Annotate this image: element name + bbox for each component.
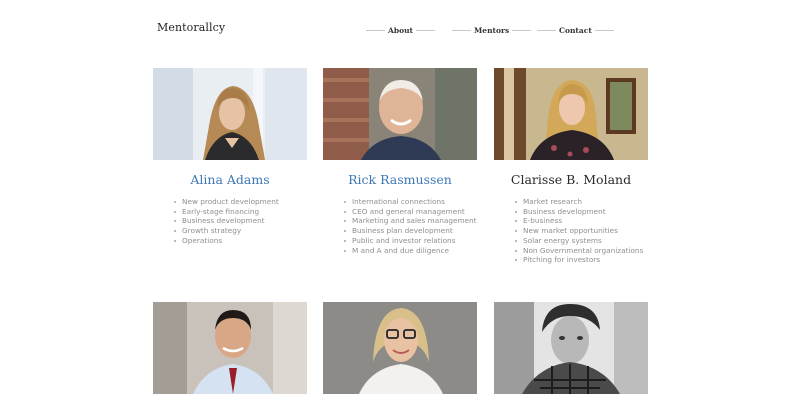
mentor-portrait-image: [494, 68, 648, 160]
mentor-photo[interactable]: [494, 68, 648, 160]
mentor-skills-list: New product development Early-stage fina…: [153, 197, 307, 246]
mentor-card: Rick Rasmussen International connections…: [323, 68, 477, 255]
skill-item: M and A and due diligence: [344, 246, 477, 256]
nav-mentors-label: Mentors: [474, 25, 510, 35]
mentor-portrait-image: [323, 302, 477, 394]
mentor-portrait-image: [494, 302, 648, 394]
mentor-portrait-image: [153, 68, 307, 160]
nav-divider: [366, 29, 385, 31]
mentor-card: Alina Adams New product development Earl…: [153, 68, 307, 246]
skill-item: Non Governmental organizations: [515, 246, 648, 256]
nav-about-label: About: [388, 25, 413, 35]
mentor-photo[interactable]: [323, 302, 477, 394]
mentor-name: Clarisse B. Moland: [510, 172, 632, 187]
mentor-photo[interactable]: [153, 302, 307, 394]
nav-contact-label: Contact: [559, 25, 592, 35]
skill-item: International connections: [344, 197, 477, 207]
skill-item: CEO and general management: [344, 207, 477, 217]
mentor-card: [153, 302, 307, 394]
skill-item: Pitching for investors: [515, 255, 648, 265]
mentor-portrait-image: [323, 68, 477, 160]
site-logo[interactable]: Mentorallcy: [157, 21, 225, 34]
mentor-photo[interactable]: [153, 68, 307, 160]
skill-item: Business development: [515, 207, 648, 217]
mentor-name[interactable]: Alina Adams: [153, 172, 307, 187]
skill-item: Solar energy systems: [515, 236, 648, 246]
mentor-name[interactable]: Rick Rasmussen: [323, 172, 477, 187]
mentor-skills-list: International connections CEO and genera…: [323, 197, 477, 255]
mentor-photo[interactable]: [323, 68, 477, 160]
skill-item: Market research: [515, 197, 648, 207]
mentor-portrait-image: [153, 302, 307, 394]
mentor-photo[interactable]: [494, 302, 648, 394]
mentor-card: Clarisse B. Moland Market research Busin…: [494, 68, 648, 265]
skill-item: Public and investor relations: [344, 236, 477, 246]
skill-item: Operations: [174, 236, 307, 246]
nav-divider: [594, 29, 614, 31]
nav-contact[interactable]: Contact: [537, 24, 614, 36]
mentor-card: [494, 302, 648, 394]
skill-item: Business development: [174, 216, 307, 226]
skill-item: Business plan development: [344, 226, 477, 236]
skill-item: Marketing and sales management: [344, 216, 477, 226]
mentor-card: [323, 302, 477, 394]
nav-divider: [512, 29, 532, 31]
mentor-skills-list: Market research Business development E-b…: [494, 197, 648, 265]
skill-item: New product development: [174, 197, 307, 207]
skill-item: New market opportunities: [515, 226, 648, 236]
nav-divider: [452, 29, 471, 31]
skill-item: E-business: [515, 216, 648, 226]
nav-divider: [415, 29, 435, 31]
nav-about[interactable]: About: [366, 24, 435, 36]
nav-divider: [537, 29, 556, 31]
skill-item: Growth strategy: [174, 226, 307, 236]
nav-mentors[interactable]: Mentors: [452, 24, 532, 36]
skill-item: Early-stage financing: [174, 207, 307, 217]
